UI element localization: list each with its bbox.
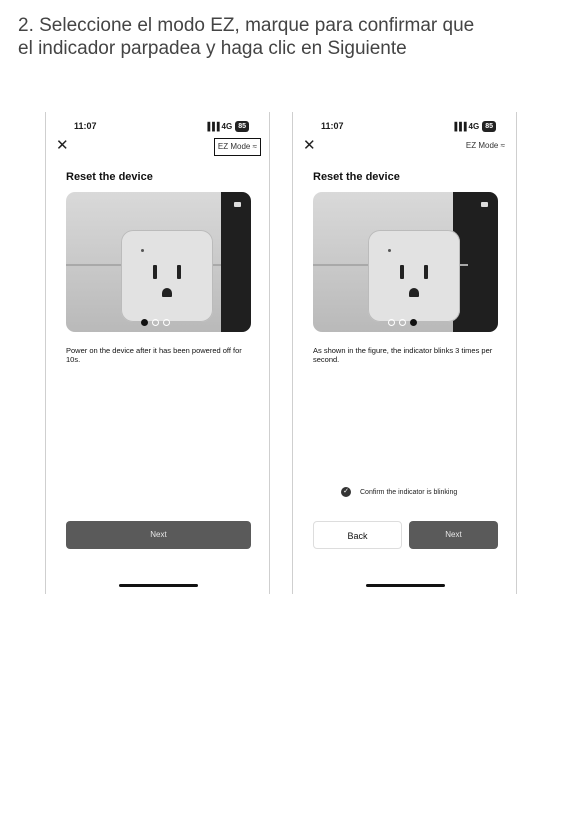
status-bar: 11:07 ▐▐▐ 4G 85 <box>46 121 269 135</box>
network-label: 4G <box>221 122 233 131</box>
socket-slot-left <box>400 265 404 279</box>
socket-slot-right <box>177 265 181 279</box>
confirm-label: Confirm the indicator is blinking <box>360 488 458 496</box>
close-icon[interactable]: ✕ <box>303 138 316 154</box>
instruction-line-1: 2. Seleccione el modo EZ, marque para co… <box>18 15 475 36</box>
page-dot-1 <box>141 319 148 326</box>
instruction-text: As shown in the figure, the indicator bl… <box>313 346 493 364</box>
screen-title: Reset the device <box>66 171 153 183</box>
battery-icon: 85 <box>482 121 496 132</box>
page-dot-3 <box>410 319 417 326</box>
next-button[interactable]: Next <box>66 521 251 549</box>
phone-screenshot-left: 11:07 ▐▐▐ 4G 85 ✕ EZ Mode ≈ Reset the de… <box>45 112 270 594</box>
socket-ground <box>409 288 419 297</box>
instruction-line-2: el indicador parpadea y haga clic en Sig… <box>18 38 407 59</box>
camera-icon[interactable] <box>481 202 488 207</box>
camera-icon[interactable] <box>234 202 241 207</box>
signal-icon: ▐▐▐ <box>204 122 220 131</box>
indicator-led <box>388 249 391 252</box>
page-indicator <box>141 319 170 326</box>
status-icons: ▐▐▐ 4G 85 <box>452 121 496 132</box>
page-dot-2 <box>152 319 159 326</box>
device-photo <box>313 192 498 332</box>
photo-background-dark <box>221 192 251 332</box>
top-bar: ✕ EZ Mode ≈ <box>293 138 516 156</box>
screen-title: Reset the device <box>313 171 400 183</box>
signal-icon: ▐▐▐ <box>451 122 467 131</box>
battery-icon: 85 <box>235 121 249 132</box>
device-photo <box>66 192 251 332</box>
status-time: 11:07 <box>74 121 97 131</box>
page-indicator <box>388 319 417 326</box>
page-dot-3 <box>163 319 170 326</box>
smart-plug <box>121 230 213 322</box>
status-time: 11:07 <box>321 121 344 131</box>
smart-plug <box>368 230 460 322</box>
home-indicator <box>119 584 198 587</box>
socket-ground <box>162 288 172 297</box>
ez-mode-selector[interactable]: EZ Mode ≈ <box>213 138 261 156</box>
top-bar: ✕ EZ Mode ≈ <box>46 138 269 156</box>
back-button[interactable]: Back <box>313 521 402 549</box>
instruction-heading: 2. Seleccione el modo EZ, marque para co… <box>18 14 563 60</box>
page-dot-1 <box>388 319 395 326</box>
status-icons: ▐▐▐ 4G 85 <box>205 121 249 132</box>
close-icon[interactable]: ✕ <box>56 138 69 154</box>
network-label: 4G <box>468 122 480 131</box>
page-dot-2 <box>399 319 406 326</box>
check-icon[interactable]: ✓ <box>341 487 351 497</box>
next-button[interactable]: Next <box>409 521 498 549</box>
socket-slot-right <box>424 265 428 279</box>
indicator-led <box>141 249 144 252</box>
socket-slot-left <box>153 265 157 279</box>
instruction-text: Power on the device after it has been po… <box>66 346 242 364</box>
phone-screenshot-right: 11:07 ▐▐▐ 4G 85 ✕ EZ Mode ≈ Reset the de… <box>292 112 517 594</box>
status-bar: 11:07 ▐▐▐ 4G 85 <box>293 121 516 135</box>
home-indicator <box>366 584 445 587</box>
confirm-blinking-checkbox[interactable]: ✓ Confirm the indicator is blinking <box>341 487 457 497</box>
ez-mode-selector[interactable]: EZ Mode ≈ <box>463 138 508 154</box>
